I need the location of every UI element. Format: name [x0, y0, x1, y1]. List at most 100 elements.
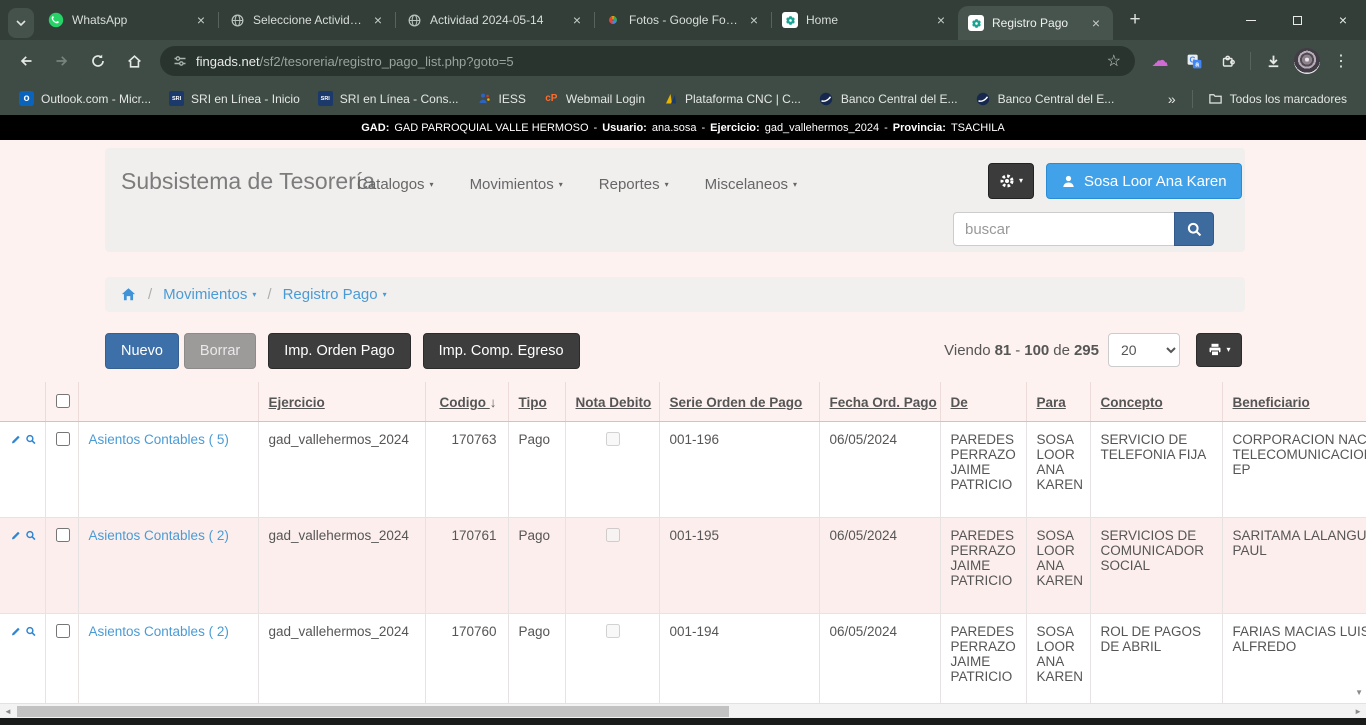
breadcrumb-movimientos[interactable]: Movimientos▾ — [163, 286, 256, 303]
edit-pencil-icon[interactable] — [10, 528, 22, 543]
bookmarks-overflow-button[interactable]: » — [1158, 91, 1186, 107]
tab-actividad[interactable]: Actividad 2024-05-14 × — [396, 0, 594, 40]
row-checkbox[interactable] — [56, 528, 70, 542]
view-magnifier-icon[interactable] — [25, 432, 37, 447]
user-account-button[interactable]: Sosa Loor Ana Karen — [1046, 163, 1242, 199]
site-settings-icon — [172, 53, 188, 69]
edit-pencil-icon[interactable] — [10, 432, 22, 447]
tab-search-chevron-button[interactable] — [8, 8, 34, 38]
cell-tipo: Pago — [508, 422, 565, 518]
tab-close-icon[interactable]: × — [369, 11, 387, 29]
browser-menu-button[interactable]: ⋮ — [1326, 46, 1356, 76]
close-button[interactable]: × — [1320, 0, 1366, 40]
profile-avatar[interactable] — [1292, 46, 1322, 76]
edit-pencil-icon[interactable] — [10, 624, 22, 639]
banco-central-icon — [819, 91, 834, 106]
select-all-checkbox[interactable] — [56, 394, 70, 408]
reload-button[interactable] — [83, 46, 113, 76]
borrar-button[interactable]: Borrar — [184, 333, 256, 369]
header-beneficiario[interactable]: Beneficiario — [1222, 382, 1366, 422]
extensions-puzzle-icon[interactable] — [1213, 46, 1243, 76]
horizontal-scrollbar[interactable]: ◄ ► — [0, 703, 1366, 718]
row-checkbox[interactable] — [56, 624, 70, 638]
header-ejercicio[interactable]: Ejercicio — [258, 382, 425, 422]
tab-whatsapp[interactable]: WhatsApp × — [38, 0, 218, 40]
header-nota-debito[interactable]: Nota Debito — [565, 382, 659, 422]
nuevo-button[interactable]: Nuevo — [105, 333, 179, 369]
back-button[interactable] — [11, 46, 41, 76]
home-button[interactable] — [119, 46, 149, 76]
provincia-value: TSACHILA — [951, 122, 1005, 134]
tab-close-icon[interactable]: × — [745, 11, 763, 29]
tab-google-fotos[interactable]: Fotos - Google Fotos × — [595, 0, 771, 40]
search-group — [953, 212, 1214, 246]
search-button[interactable] — [1174, 212, 1214, 246]
header-concepto[interactable]: Concepto — [1090, 382, 1222, 422]
bookmark-iess[interactable]: IESS — [468, 87, 535, 110]
downloads-button[interactable] — [1258, 46, 1288, 76]
tab-close-icon[interactable]: × — [192, 11, 210, 29]
restore-icon — [1293, 16, 1302, 25]
asientos-contables-link[interactable]: Asientos Contables ( 2) — [89, 528, 229, 543]
translate-extension-icon[interactable]: Ga — [1179, 46, 1209, 76]
bookmark-webmail[interactable]: cPWebmail Login — [535, 87, 654, 110]
tab-home[interactable]: Home × — [772, 0, 958, 40]
asientos-contables-link[interactable]: Asientos Contables ( 5) — [89, 432, 229, 447]
bookmark-star-icon[interactable]: ☆ — [1099, 51, 1129, 71]
tab-close-icon[interactable]: × — [568, 11, 586, 29]
back-icon — [18, 53, 34, 69]
address-bar[interactable]: fingads.net/sf2/tesoreria/registro_pago_… — [160, 46, 1135, 76]
iess-icon — [477, 91, 492, 106]
bookmark-plataforma-cnc[interactable]: Plataforma CNC | C... — [654, 87, 810, 110]
cell-tipo: Pago — [508, 614, 565, 704]
imp-comp-egreso-button[interactable]: Imp. Comp. Egreso — [423, 333, 580, 369]
tab-seleccione-actividad[interactable]: Seleccione Actividad × — [219, 0, 395, 40]
bookmark-sri-inicio[interactable]: SRISRI en Línea - Inicio — [160, 87, 309, 110]
scrollbar-thumb[interactable] — [17, 706, 729, 717]
minimize-button[interactable] — [1228, 0, 1274, 40]
breadcrumb-registro-pago[interactable]: Registro Pago▾ — [283, 286, 387, 303]
vertical-scroll-down-arrow[interactable]: ▼ — [1355, 688, 1363, 697]
forward-button[interactable] — [47, 46, 77, 76]
bookmark-sri-consultas[interactable]: SRISRI en Línea - Cons... — [309, 87, 468, 110]
home-breadcrumb-icon[interactable] — [120, 286, 137, 303]
bookmark-label: Banco Central del E... — [841, 92, 958, 106]
page-size-select[interactable]: 20 — [1108, 333, 1180, 367]
tab-title: Seleccione Actividad — [253, 13, 363, 27]
scroll-right-arrow[interactable]: ► — [1354, 707, 1362, 716]
search-input[interactable] — [953, 212, 1174, 246]
header-para[interactable]: Para — [1026, 382, 1090, 422]
menu-catalogos[interactable]: Catalogos▾ — [357, 176, 434, 193]
tab-close-icon[interactable]: × — [1087, 14, 1105, 32]
tab-close-icon[interactable]: × — [932, 11, 950, 29]
maximize-button[interactable] — [1274, 0, 1320, 40]
bookmark-banco-central-2[interactable]: Banco Central del E... — [967, 87, 1124, 110]
all-bookmarks-button[interactable]: Todos los marcadores — [1199, 87, 1356, 110]
print-button[interactable]: ▾ — [1196, 333, 1242, 367]
header-de[interactable]: De — [940, 382, 1026, 422]
header-asientos — [78, 382, 258, 422]
imp-orden-pago-button[interactable]: Imp. Orden Pago — [268, 333, 410, 369]
header-serie[interactable]: Serie Orden de Pago — [659, 382, 819, 422]
menu-miscelaneos[interactable]: Miscelaneos▾ — [705, 176, 797, 193]
header-fecha[interactable]: Fecha Ord. Pago — [819, 382, 940, 422]
scroll-left-arrow[interactable]: ◄ — [4, 707, 12, 716]
menu-movimientos[interactable]: Movimientos▾ — [470, 176, 563, 193]
user-name: Sosa Loor Ana Karen — [1084, 173, 1227, 190]
menu-reportes[interactable]: Reportes▾ — [599, 176, 669, 193]
asientos-contables-link[interactable]: Asientos Contables ( 2) — [89, 624, 229, 639]
cell-tipo: Pago — [508, 518, 565, 614]
bookmark-outlook[interactable]: oOutlook.com - Micr... — [10, 87, 160, 110]
header-codigo[interactable]: Codigo ↓ — [425, 382, 508, 422]
view-magnifier-icon[interactable] — [25, 624, 37, 639]
bookmark-banco-central-1[interactable]: Banco Central del E... — [810, 87, 967, 110]
tab-registro-pago-active[interactable]: Registro Pago × — [958, 6, 1113, 40]
new-tab-button[interactable]: + — [1121, 6, 1149, 34]
cell-actions — [0, 614, 45, 704]
toolbar-separator — [1250, 52, 1251, 70]
row-checkbox[interactable] — [56, 432, 70, 446]
view-magnifier-icon[interactable] — [25, 528, 37, 543]
header-tipo[interactable]: Tipo — [508, 382, 565, 422]
cloud-extension-icon[interactable]: ☁ — [1145, 46, 1175, 76]
settings-gear-button[interactable]: ▾ — [988, 163, 1034, 199]
